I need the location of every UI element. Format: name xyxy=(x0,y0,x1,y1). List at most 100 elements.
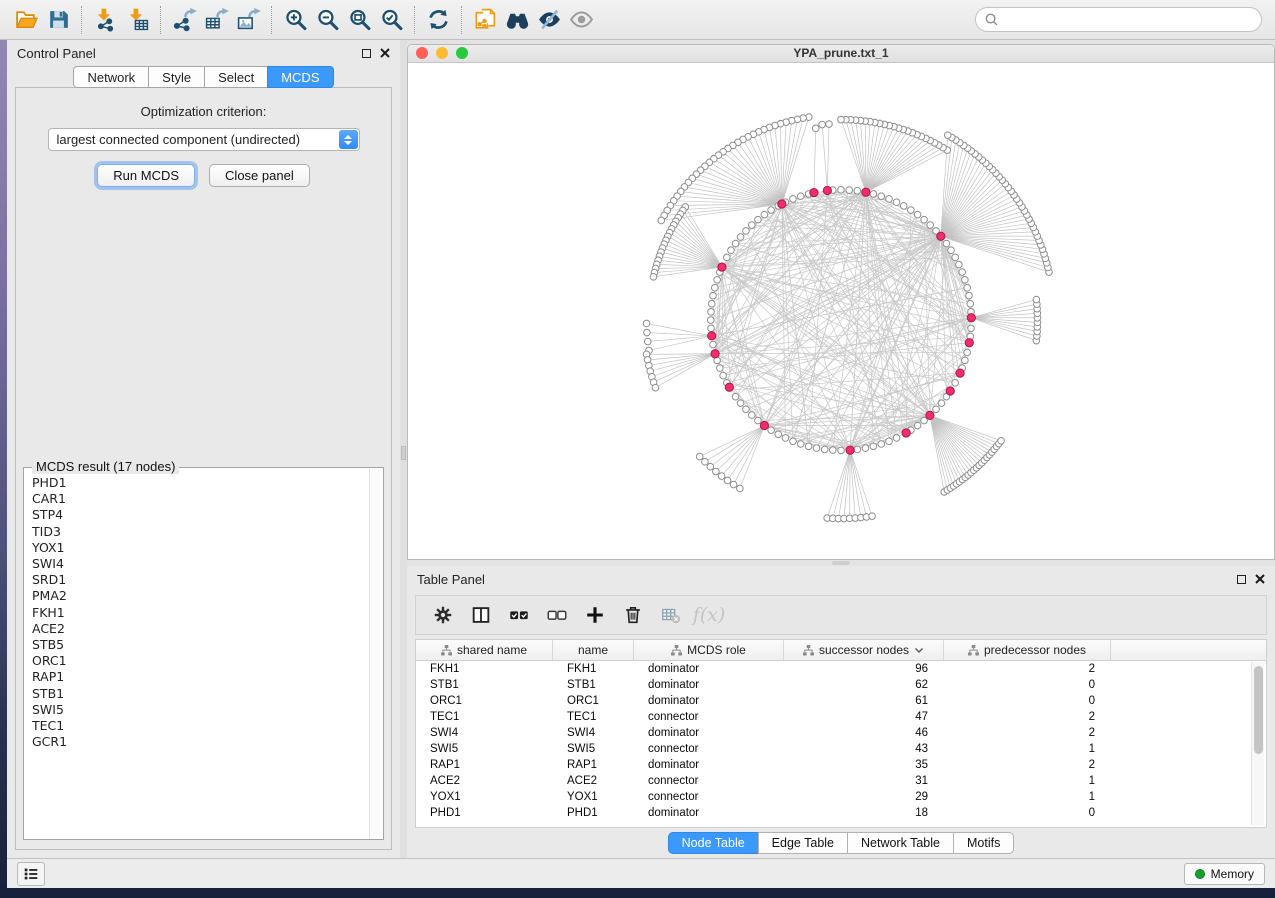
toolbar-separator xyxy=(271,6,272,34)
table-row[interactable]: ORC1ORC1dominator610 xyxy=(416,693,1266,709)
table-row[interactable]: STB1STB1dominator620 xyxy=(416,677,1266,693)
mcds-result-item[interactable]: YOX1 xyxy=(32,540,369,556)
panel-list-button[interactable] xyxy=(17,862,45,886)
table-toolbar-button-add-row[interactable] xyxy=(578,599,612,631)
run-mcds-button[interactable]: Run MCDS xyxy=(97,164,195,187)
mcds-result-item[interactable]: TEC1 xyxy=(32,718,369,734)
mcds-result-item[interactable]: CAR1 xyxy=(32,491,369,507)
mcds-result-item[interactable]: STP4 xyxy=(32,507,369,523)
column-header-shared-name[interactable]: shared name xyxy=(416,640,553,660)
table-cell: SWI4 xyxy=(553,725,634,741)
splitter-grip[interactable] xyxy=(832,561,850,565)
toolbar-button-clone-network[interactable] xyxy=(469,4,501,36)
tab-node-table[interactable]: Node Table xyxy=(668,832,759,854)
toolbar-button-export-image[interactable] xyxy=(232,4,264,36)
memory-label: Memory xyxy=(1211,867,1254,881)
mcds-result-item[interactable]: SWI4 xyxy=(32,556,369,572)
mcds-result-item[interactable]: PMA2 xyxy=(32,588,369,604)
main-toolbar xyxy=(0,0,1275,40)
toolbar-button-import-table[interactable] xyxy=(121,4,153,36)
tab-motifs[interactable]: Motifs xyxy=(953,832,1014,854)
horizontal-splitter[interactable] xyxy=(407,560,1275,566)
toolbar-button-hide-selected[interactable] xyxy=(533,4,565,36)
table-row[interactable]: RAP1RAP1dominator352 xyxy=(416,757,1266,773)
vertical-splitter[interactable] xyxy=(400,40,407,858)
select-all-icon xyxy=(508,604,530,626)
mcds-result-item[interactable]: STB1 xyxy=(32,686,369,702)
import-network-icon xyxy=(93,7,118,32)
table-cell: dominator xyxy=(634,661,784,677)
select-stepper-icon xyxy=(339,130,358,149)
table-cell: dominator xyxy=(634,805,784,821)
column-header-mcds-role[interactable]: MCDS role xyxy=(634,640,784,660)
table-scrollbar-thumb[interactable] xyxy=(1254,666,1263,754)
column-header-label: predecessor nodes xyxy=(984,643,1086,657)
tab-network-table[interactable]: Network Table xyxy=(847,832,954,854)
table-cell: dominator xyxy=(634,693,784,709)
column-header-predecessor-nodes[interactable]: predecessor nodes xyxy=(944,640,1111,660)
table-row[interactable]: PHD1PHD1dominator180 xyxy=(416,805,1266,821)
table-row[interactable]: ACE2ACE2connector311 xyxy=(416,773,1266,789)
table-toolbar-button-destroy-table xyxy=(654,599,688,631)
tab-edge-table[interactable]: Edge Table xyxy=(758,832,848,854)
table-row[interactable]: SWI4SWI4dominator462 xyxy=(416,725,1266,741)
table-toolbar-button-split-panel[interactable] xyxy=(464,599,498,631)
mcds-result-item[interactable]: ACE2 xyxy=(32,621,369,637)
mcds-result-item[interactable]: STB5 xyxy=(32,637,369,653)
mcds-result-item[interactable]: TID3 xyxy=(32,524,369,540)
toolbar-button-zoom-out[interactable] xyxy=(311,4,343,36)
mcds-result-item[interactable]: SWI5 xyxy=(32,702,369,718)
toolbar-button-export-network[interactable] xyxy=(168,4,200,36)
toolbar-button-first-neighbors[interactable] xyxy=(501,4,533,36)
toolbar-button-zoom-fit[interactable] xyxy=(343,4,375,36)
network-canvas[interactable] xyxy=(408,63,1274,559)
table-row[interactable]: SWI5SWI5connector431 xyxy=(416,741,1266,757)
table-toolbar-button-delete-row[interactable] xyxy=(616,599,650,631)
toolbar-button-show-all[interactable] xyxy=(565,4,597,36)
table-toolbar-button-select-all[interactable] xyxy=(502,599,536,631)
table-toolbar-button-settings[interactable] xyxy=(426,599,460,631)
close-panel-button[interactable]: Close panel xyxy=(209,164,310,187)
toolbar-button-save-session[interactable] xyxy=(42,4,74,36)
table-scrollbar[interactable] xyxy=(1251,662,1264,825)
search-box[interactable] xyxy=(975,7,1262,32)
table-cell: TEC1 xyxy=(416,709,553,725)
float-panel-icon[interactable] xyxy=(362,49,371,58)
tab-network[interactable]: Network xyxy=(73,66,149,88)
tab-mcds[interactable]: MCDS xyxy=(267,66,333,88)
mcds-result-item[interactable]: SRD1 xyxy=(32,572,369,588)
mcds-result-list[interactable]: PHD1CAR1STP4TID3YOX1SWI4SRD1PMA2FKH1ACE2… xyxy=(25,469,369,838)
close-panel-icon[interactable] xyxy=(1255,574,1265,584)
tab-style[interactable]: Style xyxy=(148,66,205,88)
table-cell: 1 xyxy=(944,741,1111,757)
close-panel-icon[interactable] xyxy=(380,48,390,58)
mcds-result-scrollbar[interactable] xyxy=(369,469,382,838)
mcds-result-item[interactable]: FKH1 xyxy=(32,605,369,621)
memory-button[interactable]: Memory xyxy=(1184,863,1265,885)
splitter-grip[interactable] xyxy=(401,446,406,460)
search-input[interactable] xyxy=(999,13,1253,27)
column-header-successor-nodes[interactable]: successor nodes xyxy=(784,640,944,660)
table-toolbar-button-deselect-all[interactable] xyxy=(540,599,574,631)
table-row[interactable]: YOX1YOX1connector291 xyxy=(416,789,1266,805)
toolbar-button-zoom-selected[interactable] xyxy=(375,4,407,36)
optimization-criterion-select[interactable]: largest connected component (undirected) xyxy=(48,128,360,151)
toolbar-button-import-network[interactable] xyxy=(89,4,121,36)
toolbar-button-open-file[interactable] xyxy=(10,4,42,36)
float-panel-icon[interactable] xyxy=(1237,575,1246,584)
table-row[interactable]: FKH1FKH1dominator962 xyxy=(416,661,1266,677)
table-row[interactable]: TEC1TEC1connector472 xyxy=(416,709,1266,725)
optimization-criterion-value: largest connected component (undirected) xyxy=(57,132,339,147)
mcds-result-item[interactable]: RAP1 xyxy=(32,669,369,685)
zoom-in-icon xyxy=(283,7,308,32)
toolbar-button-refresh[interactable] xyxy=(422,4,454,36)
toolbar-button-zoom-in[interactable] xyxy=(279,4,311,36)
tab-select[interactable]: Select xyxy=(204,66,268,88)
toolbar-button-export-table[interactable] xyxy=(200,4,232,36)
table-cell: PHD1 xyxy=(553,805,634,821)
column-header-name[interactable]: name xyxy=(553,640,634,660)
mcds-result-item[interactable]: PHD1 xyxy=(32,475,369,491)
optimization-criterion-label: Optimization criterion: xyxy=(16,104,391,119)
mcds-result-item[interactable]: GCR1 xyxy=(32,734,369,750)
mcds-result-item[interactable]: ORC1 xyxy=(32,653,369,669)
